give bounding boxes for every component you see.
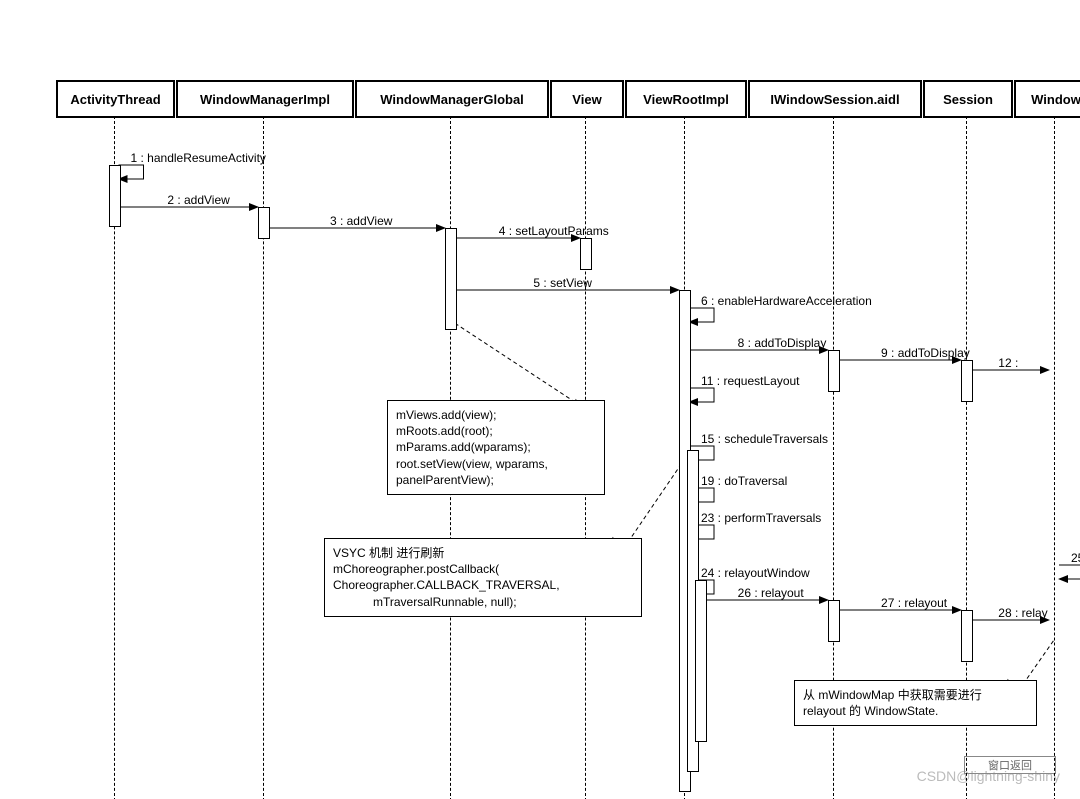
- message-label: 24 : relayoutWindow: [701, 566, 810, 580]
- cut-label: 窗口返回: [964, 756, 1056, 774]
- activation: [828, 600, 840, 642]
- message-label: 1 : handleResumeActivity: [131, 151, 266, 165]
- note: 从 mWindowMap 中获取需要进行 relayout 的 WindowSt…: [794, 680, 1037, 726]
- participant-ViewRootImpl: ViewRootImpl: [625, 80, 747, 118]
- participant-Session: Session: [923, 80, 1013, 118]
- message-label: 8 : addToDisplay: [738, 336, 827, 350]
- message-label: 23 : performTraversals: [701, 511, 821, 525]
- message-label: 2 : addView: [167, 193, 230, 207]
- message-label: 5 : setView: [533, 276, 591, 290]
- sequence-diagram: CSDN@lightning-shiny 窗口返回 ActivityThread…: [0, 0, 1080, 799]
- activation: [695, 580, 707, 742]
- activation: [580, 238, 592, 270]
- message-label: 4 : setLayoutParams: [499, 224, 609, 238]
- activation: [961, 610, 973, 662]
- activation: [961, 360, 973, 402]
- note: mViews.add(view); mRoots.add(root); mPar…: [387, 400, 605, 495]
- note: VSYC 机制 进行刷新 mChoreographer.postCallback…: [324, 538, 642, 617]
- message-label: 15 : scheduleTraversals: [701, 432, 828, 446]
- message-label: 11 : requestLayout: [701, 374, 800, 388]
- message-label: 6 : enableHardwareAcceleration: [701, 294, 872, 308]
- message-label: 26 : relayout: [738, 586, 804, 600]
- participant-IWindowSession: IWindowSession.aidl: [748, 80, 922, 118]
- message-label: 28 : relay: [998, 606, 1047, 620]
- participant-WindowManagerGlobal: WindowManagerGlobal: [355, 80, 549, 118]
- message-label: 19 : doTraversal: [701, 474, 787, 488]
- message-label: 3 : addView: [330, 214, 393, 228]
- message-label: 9 : addToDisplay: [881, 346, 970, 360]
- activation: [258, 207, 270, 239]
- participant-WindowManagerService: Window: [1014, 80, 1080, 118]
- activation: [445, 228, 457, 330]
- participant-ActivityThread: ActivityThread: [56, 80, 175, 118]
- participant-WindowManagerImpl: WindowManagerImpl: [176, 80, 354, 118]
- message-label: 12 :: [998, 356, 1018, 370]
- message-label: 25 : no: [1071, 551, 1080, 565]
- lifeline-WindowManagerService: [1054, 116, 1055, 799]
- activation: [109, 165, 121, 227]
- activation: [828, 350, 840, 392]
- participant-View: View: [550, 80, 624, 118]
- message-label: 27 : relayout: [881, 596, 947, 610]
